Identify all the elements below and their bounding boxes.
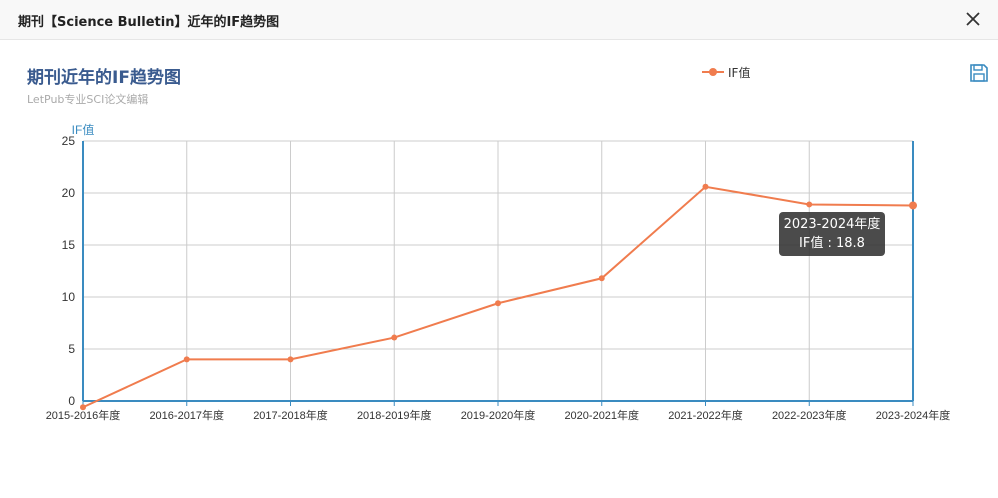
tooltip-category: 2023-2024年度	[783, 217, 881, 232]
data-point	[391, 334, 398, 341]
y-axis-label: IF值	[72, 122, 95, 137]
x-tick-label: 2020-2021年度	[564, 408, 639, 422]
x-tick-label: 2016-2017年度	[149, 408, 224, 422]
data-point	[80, 404, 86, 411]
close-button[interactable]	[962, 8, 984, 30]
data-point	[287, 356, 294, 363]
tooltip: 2023-2024年度 IF值 : 18.8	[779, 212, 885, 256]
data-point	[909, 201, 917, 210]
dialog-title: 期刊【Science Bulletin】近年的IF趋势图	[18, 15, 280, 30]
data-point	[702, 183, 709, 190]
dialog-header: 期刊【Science Bulletin】近年的IF趋势图	[0, 0, 998, 40]
data-point	[495, 300, 501, 307]
data-point	[183, 356, 190, 363]
x-tick-label: 2018-2019年度	[357, 408, 432, 422]
x-tick-label: 2021-2022年度	[668, 408, 743, 422]
x-tick-label: 2019-2020年度	[461, 408, 536, 422]
y-tick-label: 15	[62, 238, 76, 252]
y-tick-label: 5	[68, 342, 75, 356]
y-tick-label: 10	[62, 290, 76, 304]
chart-area: 期刊近年的IF趋势图 LetPub专业SCI论文编辑 IF值 0 5 10 15 20 2…	[0, 41, 998, 498]
x-tick-label: 2022-2023年度	[772, 408, 847, 422]
y-tick-label: 20	[62, 186, 76, 200]
x-tick-label: 2017-2018年度	[253, 408, 328, 422]
data-point	[598, 275, 605, 282]
y-tick-label: 0	[68, 394, 75, 408]
line-chart: 05101520252015-2016年度 2016-2017年度 2017-201…	[46, 122, 951, 422]
data-point	[806, 201, 813, 208]
tooltip-value: IF值 : 18.8	[799, 236, 865, 251]
x-tick-label: 2023-2024年度	[876, 408, 951, 422]
close-icon	[966, 12, 980, 26]
